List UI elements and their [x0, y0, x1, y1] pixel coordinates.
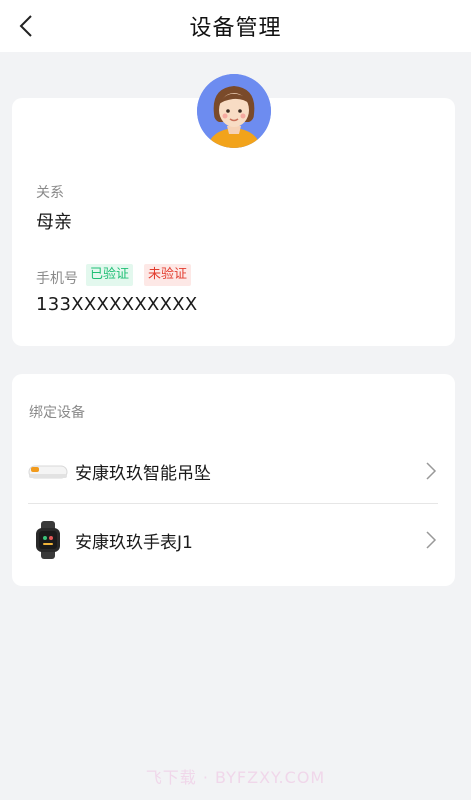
smartwatch-icon — [28, 520, 68, 560]
section-title: 绑定设备 — [29, 405, 85, 421]
chevron-right-icon — [426, 531, 437, 549]
chevron-left-icon — [19, 15, 32, 37]
device-name: 安康玖玖智能吊坠 — [75, 463, 211, 484]
watermark: 飞下载 · BYFZXY.COM — [145, 768, 326, 787]
phone-value: 133XXXXXXXXXX — [36, 294, 198, 315]
back-button[interactable] — [8, 8, 44, 44]
pendant-device-icon — [28, 451, 68, 491]
relation-value: 母亲 — [36, 212, 72, 233]
top-bar: 设备管理 — [0, 0, 471, 52]
avatar — [197, 74, 271, 148]
device-name: 安康玖玖手表J1 — [75, 532, 193, 553]
verified-badge: 已验证 — [86, 264, 134, 286]
relation-label: 关系 — [36, 185, 64, 201]
divider — [28, 503, 438, 504]
unverified-badge: 未验证 — [144, 264, 192, 286]
page-title: 设备管理 — [189, 16, 282, 41]
device-item-watch[interactable]: 安康玖玖手表J1 — [12, 506, 455, 574]
phone-label: 手机号 — [36, 271, 78, 287]
device-item-pendant[interactable]: 安康玖玖智能吊坠 — [12, 437, 455, 505]
female-avatar-icon — [197, 74, 271, 148]
chevron-right-icon — [426, 462, 437, 480]
bound-devices-card: 绑定设备 安康玖玖智能吊坠 安康玖玖手表J1 — [12, 374, 455, 586]
